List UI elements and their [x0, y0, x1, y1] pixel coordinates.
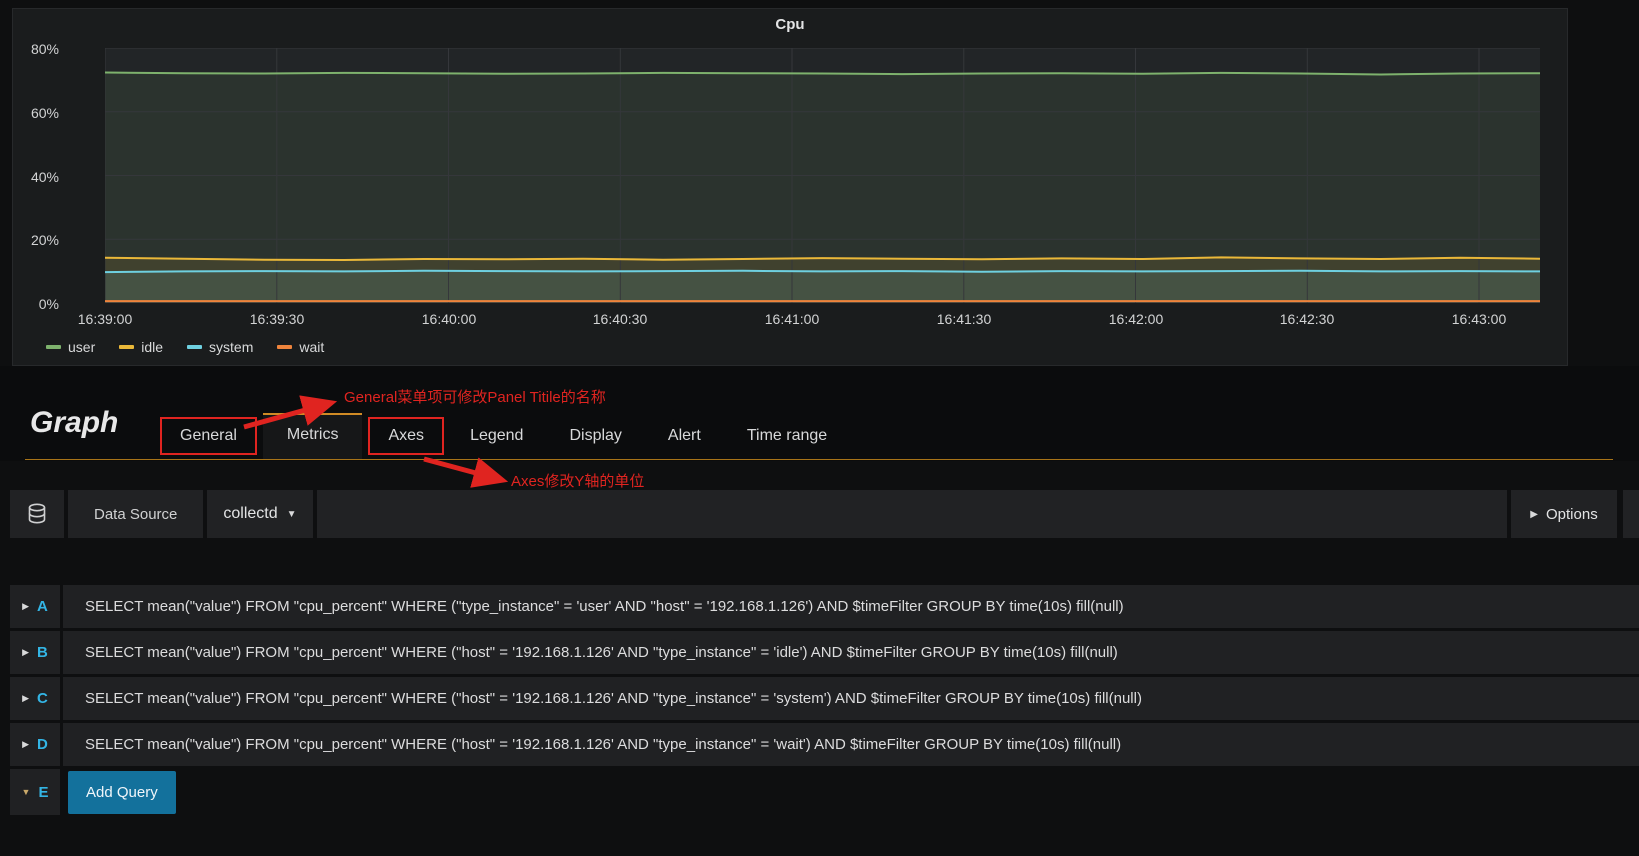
panel-type-title: Graph — [30, 406, 119, 439]
chevron-down-icon: ▼ — [21, 787, 31, 797]
query-a-collapse-toggle[interactable]: ▶ A — [10, 585, 60, 628]
user-series-swatch — [46, 345, 61, 349]
datasource-icon-cell[interactable] — [10, 490, 64, 538]
legend-item-idle[interactable]: idle — [119, 339, 163, 355]
query-row-a: ▶ A SELECT mean("value") FROM "cpu_perce… — [10, 585, 1639, 628]
query-letter: D — [37, 736, 48, 753]
options-button[interactable]: ▶ Options — [1511, 490, 1617, 538]
query-e-collapse-toggle[interactable]: ▼ E — [10, 769, 60, 815]
chevron-right-icon: ▶ — [22, 601, 30, 611]
x-axis-tick: 16:40:30 — [592, 311, 648, 327]
idle-series-swatch — [119, 345, 135, 349]
legend-item-system[interactable]: system — [187, 339, 253, 355]
tabbar-underline — [25, 459, 1613, 460]
wait-series-swatch — [277, 345, 293, 349]
y-axis-tick: 60% — [30, 105, 59, 121]
x-axis-tick: 16:41:00 — [764, 311, 820, 327]
legend-label: user — [68, 339, 96, 355]
x-axis-tick: 16:42:30 — [1279, 311, 1335, 327]
x-axis-tick: 16:41:30 — [936, 311, 992, 327]
annotation-axes-note: Axes修改Y轴的单位 — [511, 473, 645, 490]
legend-item-user[interactable]: user — [46, 339, 95, 355]
chevron-right-icon: ▶ — [22, 647, 30, 657]
x-axis-tick: 16:39:30 — [249, 311, 305, 327]
query-letter: B — [37, 644, 48, 661]
y-axis-tick: 40% — [30, 169, 59, 185]
tab-time-range[interactable]: Time range — [727, 417, 847, 455]
legend-item-wait[interactable]: wait — [277, 339, 324, 355]
query-row-c: ▶ C SELECT mean("value") FROM "cpu_perce… — [10, 677, 1639, 720]
datasource-row: Data Source collectd ▼ ▶ Options — [10, 490, 1639, 538]
legend-label: system — [209, 339, 254, 355]
tab-display[interactable]: Display — [549, 417, 641, 455]
query-letter: C — [37, 690, 48, 707]
panel-title[interactable]: Cpu — [13, 16, 1567, 33]
tab-axes[interactable]: Axes — [368, 417, 445, 455]
cpu-chart-svg[interactable] — [105, 48, 1540, 303]
editor-tabs: General Metrics Axes Legend Display Aler… — [160, 413, 847, 459]
query-letter: A — [37, 598, 48, 615]
y-axis-tick: 80% — [30, 41, 59, 57]
chevron-right-icon: ▶ — [1530, 508, 1538, 520]
annotation-general-note: General菜单项可修改Panel Titile的名称 — [344, 389, 606, 406]
chart-legend: user idle system wait — [46, 339, 324, 355]
query-text[interactable]: SELECT mean("value") FROM "cpu_percent" … — [63, 631, 1639, 674]
system-series-swatch — [187, 345, 203, 349]
arrow-to-axes-note — [423, 456, 509, 488]
x-axis-tick: 16:42:00 — [1108, 311, 1164, 327]
tab-metrics[interactable]: Metrics — [262, 413, 363, 459]
x-axis-tick: 16:40:00 — [421, 311, 477, 327]
help-button-partial[interactable] — [1623, 490, 1639, 538]
tab-alert[interactable]: Alert — [648, 417, 721, 455]
chevron-right-icon: ▶ — [22, 739, 30, 749]
cpu-graph-panel: Cpu 80% 60% 40% 20% 0% 16:39:00 16:39:30… — [12, 8, 1568, 366]
add-query-button[interactable]: Add Query — [68, 770, 176, 814]
query-d-collapse-toggle[interactable]: ▶ D — [10, 723, 60, 766]
chevron-down-icon: ▼ — [286, 508, 297, 520]
query-text[interactable]: SELECT mean("value") FROM "cpu_percent" … — [63, 585, 1639, 628]
query-row-d: ▶ D SELECT mean("value") FROM "cpu_perce… — [10, 723, 1639, 766]
datasource-selected-value: collectd — [223, 505, 278, 522]
x-axis-tick: 16:39:00 — [77, 311, 133, 327]
query-row-e: ▼ E Add Query — [10, 769, 176, 815]
datasource-row-spacer — [316, 490, 1507, 538]
tab-legend[interactable]: Legend — [450, 417, 543, 455]
query-c-collapse-toggle[interactable]: ▶ C — [10, 677, 60, 720]
datasource-label: Data Source — [68, 490, 204, 538]
query-b-collapse-toggle[interactable]: ▶ B — [10, 631, 60, 674]
datasource-select[interactable]: collectd ▼ — [207, 490, 313, 538]
query-row-b: ▶ B SELECT mean("value") FROM "cpu_perce… — [10, 631, 1639, 674]
options-label: Options — [1546, 505, 1598, 523]
query-text[interactable]: SELECT mean("value") FROM "cpu_percent" … — [63, 677, 1639, 720]
query-text[interactable]: SELECT mean("value") FROM "cpu_percent" … — [63, 723, 1639, 766]
tab-general[interactable]: General — [160, 417, 257, 455]
legend-label: idle — [141, 339, 164, 355]
database-icon — [28, 503, 46, 524]
x-axis-tick: 16:43:00 — [1451, 311, 1507, 327]
y-axis-tick: 20% — [30, 232, 59, 248]
chevron-right-icon: ▶ — [22, 693, 30, 703]
query-letter: E — [38, 783, 49, 801]
legend-label: wait — [299, 339, 325, 355]
panel-editor-header: Graph General Metrics Axes Legend Displa… — [0, 366, 1639, 461]
